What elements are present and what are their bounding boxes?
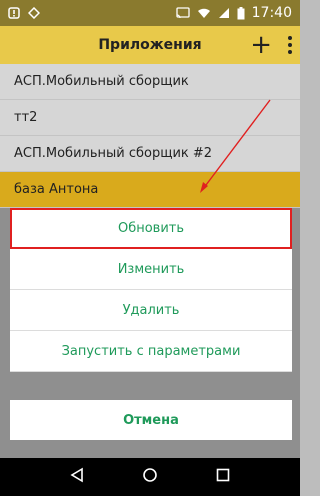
- signal-icon: [218, 7, 230, 19]
- list-item[interactable]: тт2: [0, 100, 300, 136]
- status-left-icons: [8, 7, 40, 19]
- list-item[interactable]: АСП.Мобильный сборщик: [0, 64, 300, 100]
- list-item[interactable]: АСП.Мобильный сборщик #2: [0, 136, 300, 172]
- cast-icon: [175, 7, 190, 19]
- edit-button[interactable]: Изменить: [10, 249, 292, 290]
- recents-icon[interactable]: [215, 467, 231, 487]
- list-item-label: АСП.Мобильный сборщик: [14, 74, 189, 89]
- page-title: Приложения: [98, 37, 202, 53]
- action-sheet: Обновить Изменить Удалить Запустить с па…: [10, 208, 292, 372]
- cancel-button[interactable]: Отмена: [10, 400, 292, 440]
- list-item-label: база Антона: [14, 182, 99, 197]
- notification-icon: [8, 7, 20, 19]
- plus-icon[interactable]: +: [250, 32, 272, 58]
- run-with-params-label: Запустить с параметрами: [61, 343, 241, 359]
- list-item-label: АСП.Мобильный сборщик #2: [14, 146, 213, 161]
- delete-button-label: Удалить: [122, 302, 180, 318]
- wifi-icon: [197, 7, 211, 19]
- edit-button-label: Изменить: [117, 261, 185, 277]
- delete-button[interactable]: Удалить: [10, 290, 292, 331]
- cancel-button-label: Отмена: [123, 412, 179, 428]
- battery-icon: [237, 6, 245, 20]
- status-time: 17:40: [251, 5, 292, 21]
- app-bar: Приложения +: [0, 26, 300, 64]
- refresh-button[interactable]: Обновить: [10, 208, 292, 249]
- navigation-bar: [0, 458, 300, 496]
- more-vert-icon[interactable]: [286, 36, 294, 54]
- status-right-icons: 17:40: [175, 5, 292, 21]
- home-icon[interactable]: [142, 467, 158, 487]
- list-item-label: тт2: [14, 110, 38, 125]
- list-item-selected[interactable]: база Антона: [0, 172, 300, 208]
- applications-list: АСП.Мобильный сборщик тт2 АСП.Мобильный …: [0, 64, 300, 208]
- refresh-button-label: Обновить: [117, 221, 185, 236]
- status-bar: 17:40: [0, 0, 300, 26]
- run-with-params-button[interactable]: Запустить с параметрами: [10, 331, 292, 372]
- diamond-icon: [28, 7, 40, 19]
- back-icon[interactable]: [69, 467, 85, 487]
- app-bar-actions: +: [250, 26, 294, 64]
